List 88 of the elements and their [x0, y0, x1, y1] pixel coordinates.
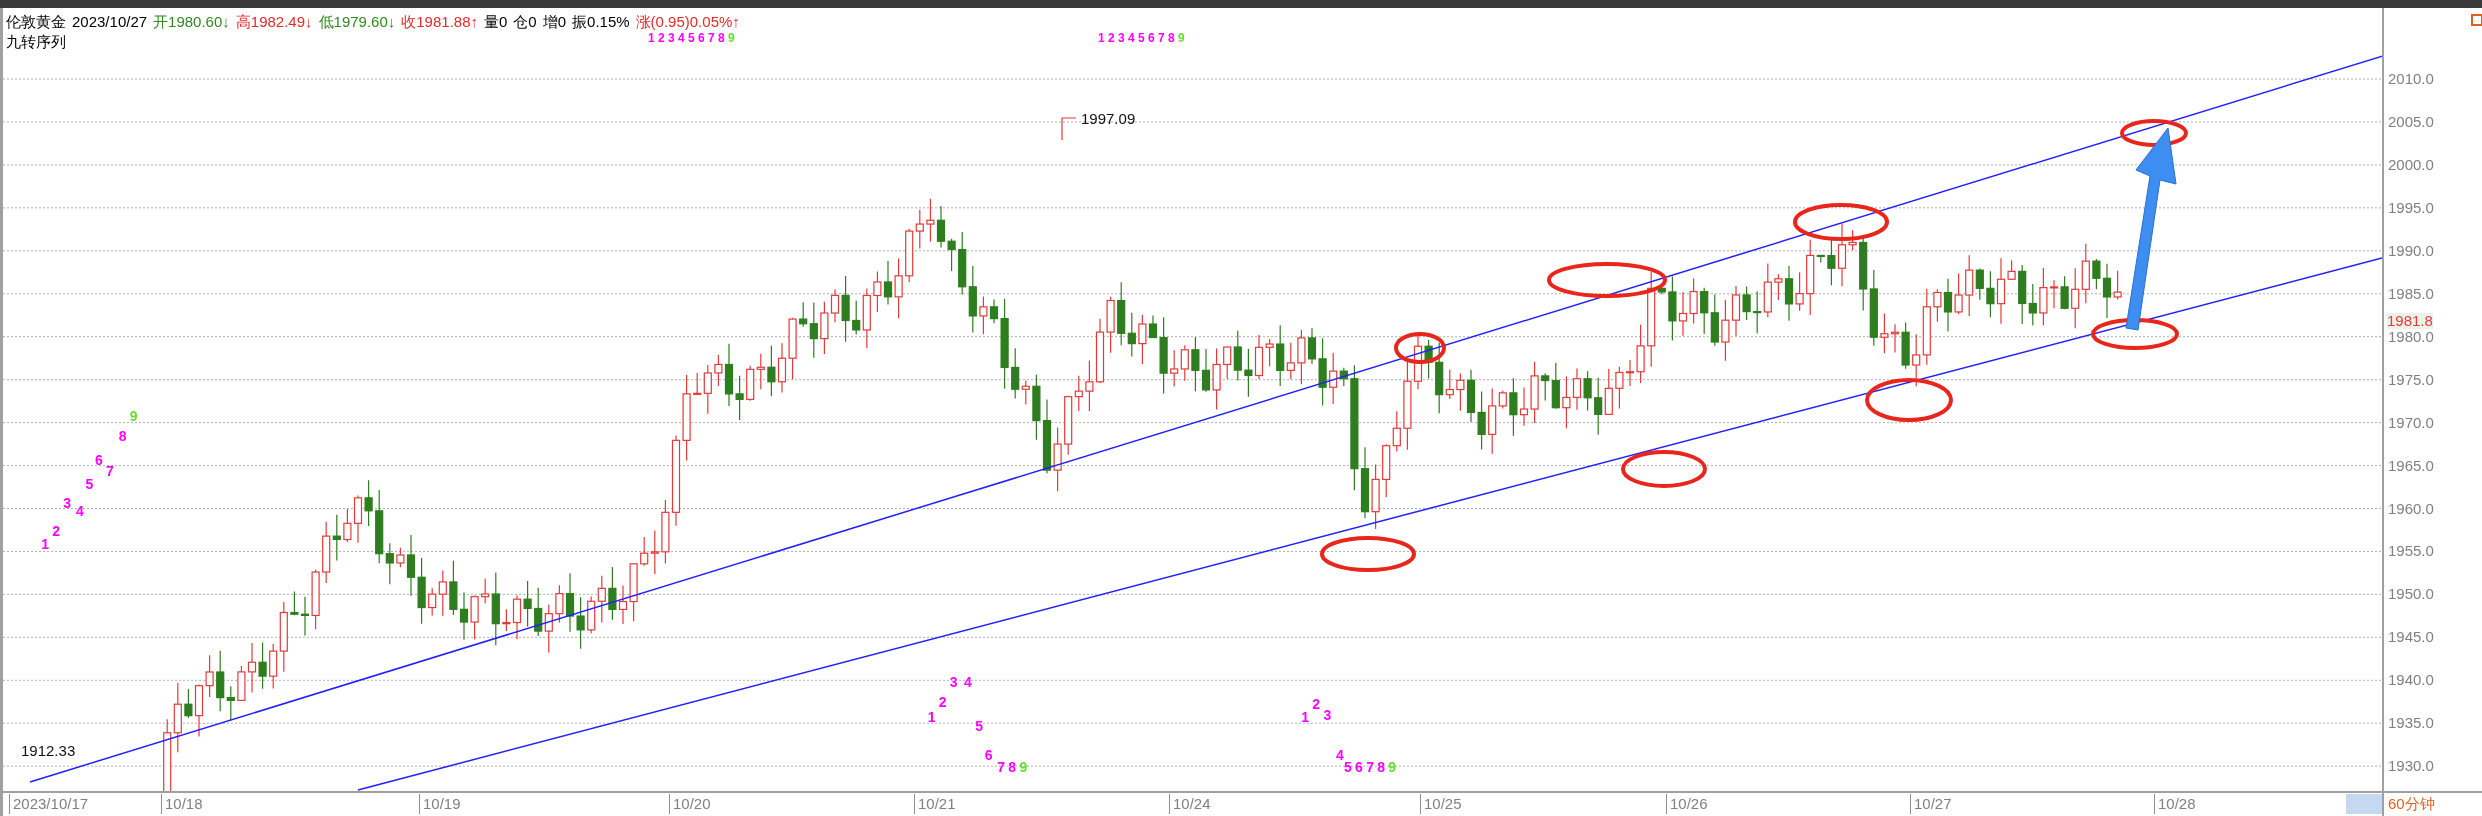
indicator-name: 九转序列	[6, 32, 66, 52]
sequence-number: 7	[708, 32, 715, 45]
sequence-number: 4	[964, 674, 972, 690]
date-label: 10/27	[1910, 794, 1952, 814]
sequence-number: 5	[688, 32, 695, 45]
sequence-number: 3	[1118, 32, 1125, 45]
sequence-number: 4	[1128, 32, 1135, 45]
sequence-number: 1	[41, 536, 49, 552]
sequence-number: 4	[1336, 747, 1344, 763]
sequence-number: 8	[1168, 32, 1175, 45]
date-label: 2023/10/17	[9, 794, 89, 814]
sequence-number: 8	[118, 429, 127, 445]
quote-value: 振0.15%	[572, 12, 630, 32]
sequence-number: 2	[1312, 696, 1321, 712]
sequence-number: 9	[129, 408, 138, 424]
price-label: 1990.0	[2388, 242, 2434, 259]
date-label: 10/20	[669, 794, 711, 814]
sequence-number: 5	[85, 476, 94, 492]
date-label: 10/24	[1169, 794, 1211, 814]
price-annotation: 1912.33	[21, 742, 76, 760]
date-label: 10/21	[914, 794, 956, 814]
price-label: 1975.0	[2388, 371, 2434, 388]
price-label: 2000.0	[2388, 156, 2434, 173]
quote-date: 2023/10/27	[72, 12, 148, 32]
sequence-number: 6	[1148, 32, 1155, 45]
price-label: 1980.0	[2388, 328, 2434, 345]
sequence-number: 8	[718, 32, 725, 45]
sequence-number: 6	[698, 32, 705, 45]
price-label: 1985.0	[2388, 285, 2434, 302]
quote-value: 低1979.60↓	[318, 12, 396, 32]
sequence-number: 2	[52, 524, 61, 540]
quote-value: 高1982.49↓	[235, 12, 313, 32]
sequence-number: 3	[1323, 707, 1332, 723]
sequence-number: 7	[997, 760, 1006, 776]
quote-value: 收1981.88↑	[401, 12, 478, 32]
quote-value: 涨(0.95)0.05%↑	[635, 12, 740, 32]
sequence-number: 7	[106, 464, 114, 480]
sequence-number: 9	[1178, 32, 1185, 45]
sequence-number: 4	[678, 32, 685, 45]
price-label: 1955.0	[2388, 543, 2434, 560]
symbol-name: 伦敦黄金	[6, 12, 66, 32]
sequence-number: 8	[1377, 760, 1385, 776]
price-label: 1960.0	[2388, 500, 2434, 517]
sequence-number: 2	[938, 695, 947, 711]
price-label: 1965.0	[2388, 457, 2434, 474]
sequence-number: 5	[1138, 32, 1145, 45]
sequence-number: 6	[984, 747, 993, 763]
price-label: 2005.0	[2388, 113, 2434, 130]
price-label: 1995.0	[2388, 199, 2434, 216]
quote-value: 开1980.60↓	[153, 12, 230, 32]
sequence-number: 1	[1301, 709, 1309, 725]
price-label: 1945.0	[2388, 629, 2434, 646]
sequence-number: 7	[1158, 32, 1165, 45]
quote-value: 增0	[542, 12, 567, 32]
price-label: 2010.0	[2388, 71, 2434, 87]
sequence-number: 9	[1019, 760, 1028, 776]
sequence-number: 9	[1388, 760, 1397, 776]
sequence-number: 2	[1108, 32, 1115, 45]
price-label: 1930.0	[2388, 758, 2434, 775]
sequence-number: 6	[94, 453, 103, 469]
date-label: 10/26	[1666, 794, 1708, 814]
price-label: 1940.0	[2388, 672, 2434, 689]
sequence-number: 3	[668, 32, 675, 45]
quote-value: 量0	[484, 12, 508, 32]
price-annotation: 1997.09	[1081, 110, 1136, 128]
sequence-number: 3	[949, 674, 958, 690]
price-label: 1970.0	[2388, 414, 2434, 431]
sequence-number: 6	[1355, 760, 1363, 776]
sequence-number: 4	[75, 503, 84, 519]
sequence-number: 5	[1343, 760, 1352, 776]
price-label: 1950.0	[2388, 586, 2434, 603]
sequence-number: 8	[1008, 760, 1017, 776]
period-label[interactable]: 60分钟	[2382, 793, 2482, 816]
current-price: 1981.8	[2387, 312, 2433, 329]
date-label: 10/28	[2154, 794, 2196, 814]
date-label: 10/25	[1420, 794, 1462, 814]
sequence-number: 9	[728, 32, 735, 45]
quote-value: 仓0	[513, 12, 537, 32]
sequence-number: 1	[927, 709, 936, 725]
date-label: 10/18	[161, 794, 203, 814]
sequence-number: 2	[658, 32, 665, 45]
sequence-number: 7	[1366, 760, 1374, 776]
sequence-number: 1	[648, 32, 655, 45]
sequence-number: 5	[975, 719, 983, 734]
sequence-number: 1	[1098, 32, 1105, 45]
sequence-number: 3	[63, 495, 72, 511]
date-label: 10/19	[419, 794, 461, 814]
price-label: 1935.0	[2388, 715, 2434, 732]
